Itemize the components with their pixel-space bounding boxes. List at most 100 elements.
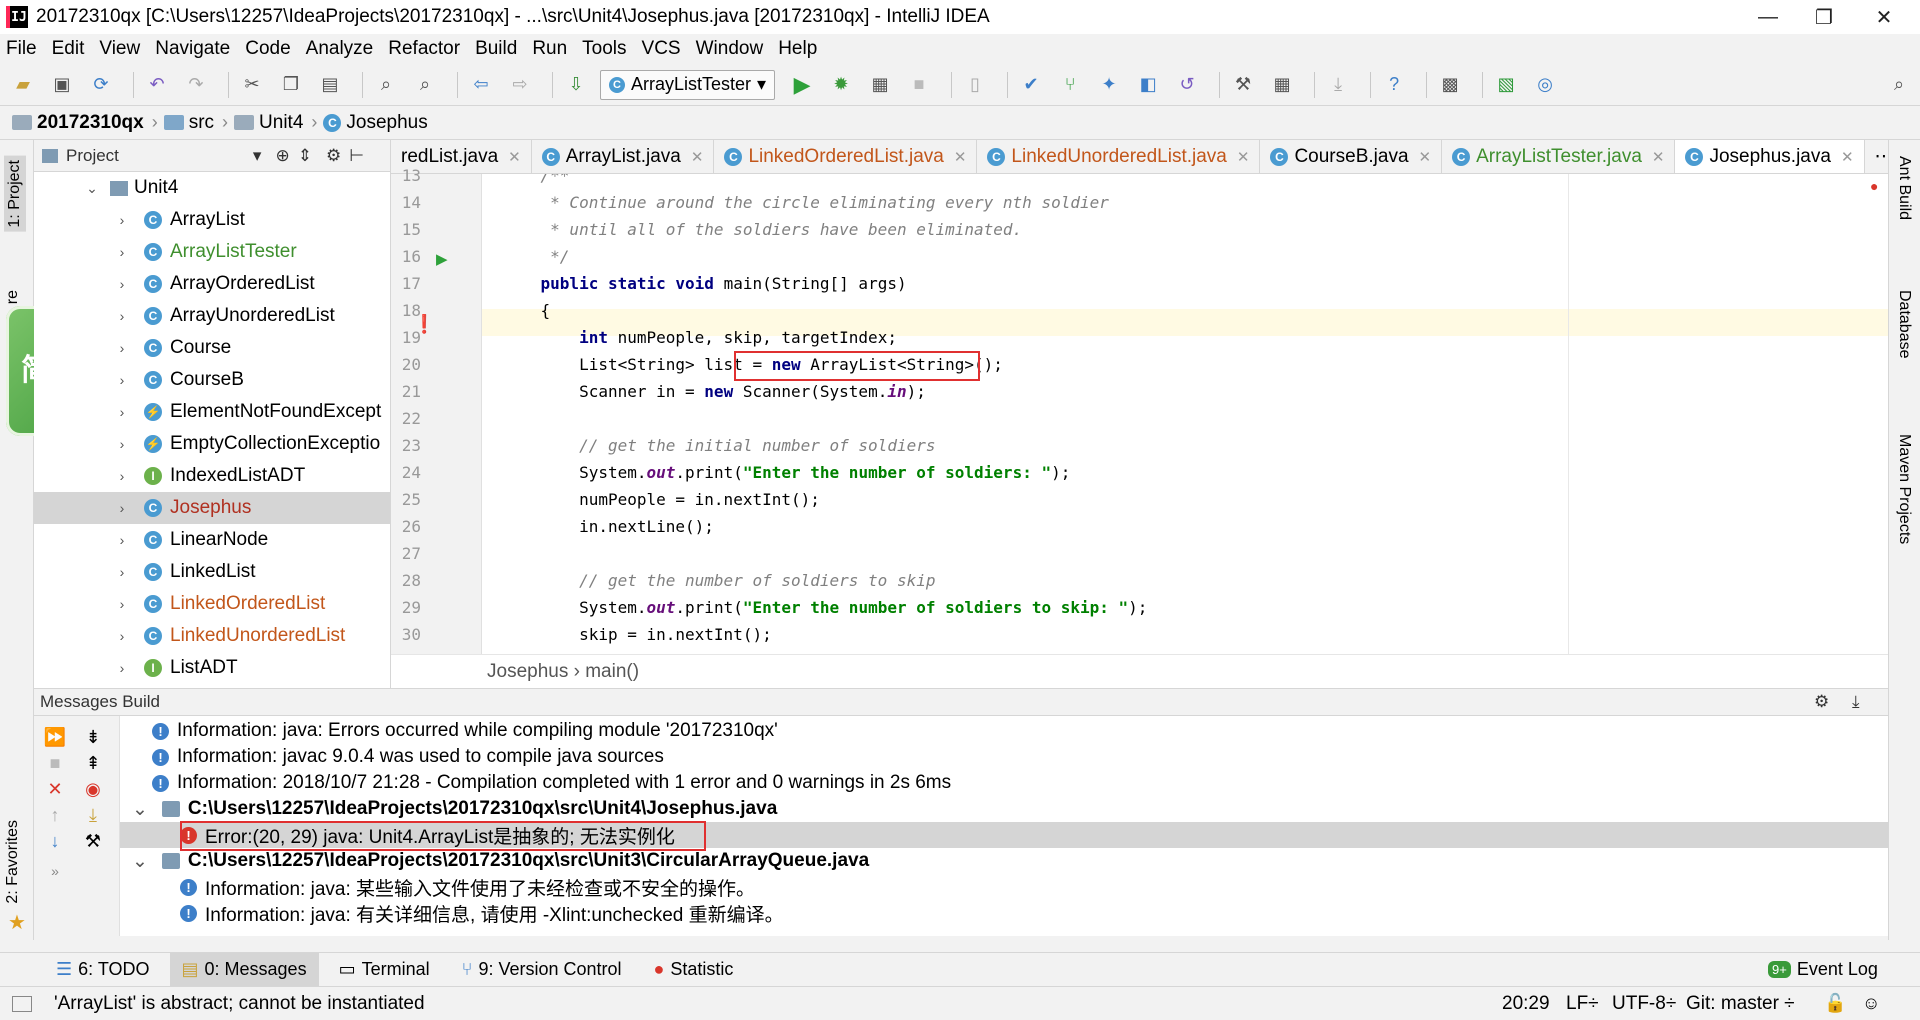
tab-version-control[interactable]: ⑂ 9: Version Control — [450, 953, 634, 987]
tab-statistic[interactable]: ● Statistic — [642, 953, 746, 987]
minimize-button[interactable]: — — [1740, 0, 1796, 34]
message-file-row[interactable]: ⌄ C:\Users\12257\IdeaProjects\20172310qx\… — [120, 848, 1888, 874]
open-folder-icon[interactable]: ▰ — [8, 70, 38, 100]
copy-icon[interactable]: ❐ — [276, 70, 306, 100]
tree-item[interactable]: › C CourseB — [34, 364, 390, 396]
code-line[interactable]: System.out.print("Enter the number of so… — [502, 594, 1147, 621]
tree-item[interactable]: › I IndexedListADT — [34, 460, 390, 492]
close-tab-icon[interactable]: ✕ — [1237, 148, 1250, 166]
cut-icon[interactable]: ✂ — [237, 70, 267, 100]
maven-projects-tab[interactable]: Maven Projects — [1895, 434, 1913, 544]
editor-tab[interactable]: C CourseB.java ✕ — [1260, 140, 1443, 173]
run-gutter-icon[interactable]: ▶ — [436, 250, 448, 268]
tree-item[interactable]: › C ArrayOrderedList — [34, 268, 390, 300]
chevron-down-icon[interactable]: ⌄ — [132, 850, 148, 873]
code-line[interactable]: Scanner in = new Scanner(System.in); — [502, 378, 926, 405]
code-line[interactable]: /** — [502, 174, 570, 189]
run-configuration-select[interactable]: C ArrayListTester ▾ — [600, 69, 776, 100]
stop-icon[interactable]: ■ — [904, 70, 934, 100]
menu-run[interactable]: Run — [532, 38, 567, 60]
tree-item[interactable]: › C ArrayUnorderedList — [34, 300, 390, 332]
chevron-right-icon[interactable]: › — [112, 340, 132, 356]
vcs-update-icon[interactable]: ✔ — [1016, 70, 1046, 100]
close-tab-icon[interactable]: ✕ — [691, 148, 704, 166]
code-line[interactable]: { — [502, 297, 551, 324]
more-icon[interactable]: » — [40, 856, 70, 886]
settings-icon[interactable]: ⚒ — [78, 826, 108, 856]
breadcrumb-unit4[interactable]: Unit4 › — [234, 112, 317, 134]
tree-item[interactable]: › C LinkedOrderedList — [34, 588, 390, 620]
chevron-right-icon[interactable]: › — [112, 276, 132, 292]
tree-item-unit4[interactable]: ⌄ Unit4 — [34, 172, 390, 204]
lock-icon[interactable]: 🔓 — [1824, 993, 1846, 1014]
restore-button[interactable]: ❐ — [1796, 0, 1852, 34]
gear-icon[interactable]: ⚙ — [1814, 692, 1829, 712]
editor-tab[interactable]: C ArrayList.java ✕ — [532, 140, 715, 173]
tab-todo[interactable]: ☰ 6: TODO — [44, 953, 162, 987]
check-icon[interactable]: ◎ — [1530, 70, 1560, 100]
chevron-right-icon[interactable]: › — [112, 468, 132, 484]
save-icon[interactable]: ▣ — [47, 70, 77, 100]
code-editor[interactable]: /** * Continue around the circle elimina… — [482, 174, 1888, 654]
menu-vcs[interactable]: VCS — [642, 38, 681, 60]
code-line[interactable]: System.out.print("Enter the number of so… — [502, 459, 1070, 486]
gear-icon[interactable]: ⚙ — [326, 146, 341, 166]
message-row[interactable]: ! Information: java: Errors occurred whil… — [120, 718, 1888, 744]
code-line[interactable]: int numPeople, skip, targetIndex; — [502, 324, 897, 351]
search-everywhere-icon[interactable]: ⌕ — [1884, 70, 1914, 100]
menu-tools[interactable]: Tools — [582, 38, 626, 60]
terminal-icon[interactable]: ▩ — [1435, 70, 1465, 100]
sync-icon[interactable]: ⟳ — [86, 70, 116, 100]
vcs-revert-icon[interactable]: ↺ — [1172, 70, 1202, 100]
hide-panel-icon[interactable]: ⊢ — [349, 146, 364, 166]
tab-terminal[interactable]: ▭ Terminal — [327, 953, 442, 987]
menu-refactor[interactable]: Refactor — [388, 38, 460, 60]
debug-icon[interactable]: ✹ — [826, 70, 856, 100]
project-panel-title[interactable]: Project — [66, 146, 119, 166]
inspector-icon[interactable]: ☺ — [1862, 993, 1880, 1014]
chevron-right-icon[interactable]: › — [112, 660, 132, 676]
line-separator[interactable]: LF÷ — [1566, 993, 1599, 1015]
message-file-row[interactable]: ⌄ C:\Users\12257\IdeaProjects\20172310qx\… — [120, 796, 1888, 822]
breadcrumb-josephus[interactable]: C Josephus — [323, 112, 428, 134]
editor-tab[interactable]: C Josephus.java ✕ — [1675, 140, 1865, 173]
vcs-compare-icon[interactable]: ✦ — [1094, 70, 1124, 100]
statistic-icon[interactable]: ▧ — [1491, 70, 1521, 100]
forward-icon[interactable]: ⇨ — [505, 70, 535, 100]
menu-view[interactable]: View — [99, 38, 140, 60]
chevron-right-icon[interactable]: › — [112, 212, 132, 228]
code-line[interactable]: // get the number of soldiers to skip — [502, 567, 935, 594]
chevron-right-icon[interactable]: › — [112, 500, 132, 516]
down-arrow-icon[interactable]: ↓ — [40, 826, 70, 856]
editor-tab[interactable]: C ArrayListTester.java ✕ — [1442, 140, 1676, 173]
chevron-right-icon[interactable]: › — [112, 436, 132, 452]
message-row[interactable]: ! Information: 2018/10/7 21:28 - Compilat… — [120, 770, 1888, 796]
tree-item[interactable]: › ⚡ EmptyCollectionExceptio — [34, 428, 390, 460]
vcs-commit-icon[interactable]: ⑂ — [1055, 70, 1085, 100]
tab-messages[interactable]: ▤ 0: Messages — [169, 952, 319, 987]
build-icon[interactable]: ⇩ — [561, 70, 591, 100]
code-line[interactable]: in.nextLine(); — [502, 513, 714, 540]
redo-icon[interactable]: ↷ — [181, 70, 211, 100]
paste-icon[interactable]: ▤ — [315, 70, 345, 100]
menu-edit[interactable]: Edit — [52, 38, 85, 60]
menu-file[interactable]: File — [6, 38, 37, 60]
breadcrumb-src[interactable]: src › — [163, 112, 228, 134]
tree-item[interactable]: › C LinkedUnorderedList — [34, 620, 390, 652]
code-line[interactable]: skip = in.nextInt(); — [502, 621, 772, 648]
event-log-button[interactable]: 9+ Event Log — [1756, 953, 1890, 987]
close-tab-icon[interactable]: ✕ — [954, 148, 967, 166]
tree-item[interactable]: › C ArrayList — [34, 204, 390, 236]
tree-item[interactable]: › C LinearNode — [34, 524, 390, 556]
help-icon[interactable]: ? — [1379, 70, 1409, 100]
chevron-right-icon[interactable]: › — [112, 628, 132, 644]
replace-icon[interactable]: ⌕ — [410, 70, 440, 100]
message-row[interactable]: ! Information: javac 9.0.4 was used to co… — [120, 744, 1888, 770]
menu-analyze[interactable]: Analyze — [306, 38, 374, 60]
menu-window[interactable]: Window — [696, 38, 764, 60]
chevron-down-icon[interactable]: ▾ — [253, 146, 262, 166]
tree-item[interactable]: › C Josephus — [34, 492, 390, 524]
close-tab-icon[interactable]: ✕ — [1419, 148, 1432, 166]
git-branch[interactable]: Git: master ÷ — [1686, 993, 1795, 1015]
chevron-down-icon[interactable]: ⌄ — [132, 798, 148, 821]
